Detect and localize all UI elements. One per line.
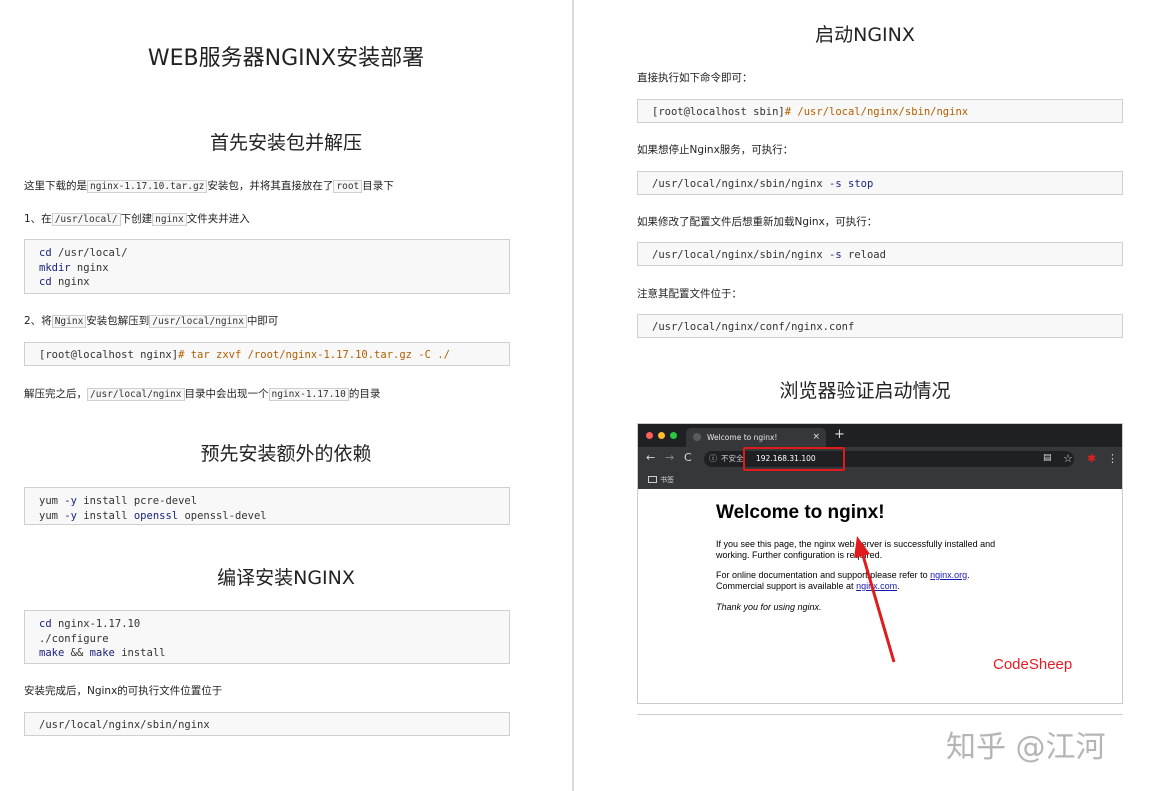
inline-code-usr-local: /usr/local/ [51, 213, 121, 226]
bottom-rule [637, 714, 1123, 715]
section-heading-start: 启动NGINX [815, 24, 915, 46]
code-block-mkdir: cd /usr/local/ mkdir nginx cd nginx [24, 239, 510, 294]
code-block-config-path: /usr/local/nginx/conf/nginx.conf [637, 314, 1123, 338]
section-heading-compile: 编译安装NGINX [217, 567, 355, 589]
arrow-head [854, 536, 870, 558]
paragraph-after-extract: 解压完之后，/usr/local/nginx 目录中会出现一个 nginx-1.17… [24, 388, 381, 401]
code-block-binary-path: /usr/local/nginx/sbin/nginx [24, 712, 510, 736]
code-block-reload: /usr/local/nginx/sbin/nginx -s reload [637, 242, 1123, 266]
code-block-tar: [root@localhost nginx]# tar zxvf /root/n… [24, 342, 510, 366]
left-page: WEB服务器NGINX安装部署 首先安装包并解压 这里下载的是 nginx-1.1… [0, 0, 572, 791]
inline-code-usr-local-nginx-2: /usr/local/nginx [87, 388, 185, 401]
paragraph-step2: 2、将 Nginx 安装包解压到/usr/local/nginx 中即可 [24, 315, 279, 328]
inline-code-package: nginx-1.17.10.tar.gz [87, 180, 208, 193]
inline-code-nginx: Nginx [51, 315, 87, 328]
inline-code-usr-local-nginx: /usr/local/nginx [149, 315, 247, 328]
paragraph-step1: 1、在/usr/local/下创建 nginx 文件夹并进入 [24, 213, 250, 226]
code-block-stop: /usr/local/nginx/sbin/nginx -s stop [637, 171, 1123, 195]
section-heading-browser-verify: 浏览器验证启动情况 [779, 380, 951, 402]
section-heading-dependencies: 预先安装额外的依赖 [200, 443, 372, 465]
inline-code-nginx-dir: nginx [152, 213, 187, 226]
zhihu-watermark: 知乎 @江河 [946, 730, 1106, 765]
code-block-run: [root@localhost sbin]# /usr/local/nginx/… [637, 99, 1123, 123]
paragraph-reload: 如果修改了配置文件后想重新加载Nginx，可执行： [637, 216, 878, 228]
right-page: 启动NGINX 直接执行如下命令即可： [root@localhost sbin… [574, 0, 1156, 791]
codesheep-label: CodeSheep [993, 656, 1073, 673]
paragraph-binary-location: 安装完成后，Nginx的可执行文件位置位于 [24, 685, 223, 697]
paragraph-stop: 如果想停止Nginx服务，可执行： [637, 144, 794, 156]
paragraph-config-location: 注意其配置文件位于： [637, 288, 742, 300]
inline-code-nginx-version: nginx-1.17.10 [268, 388, 349, 401]
document-title: WEB服务器NGINX安装部署 [147, 46, 425, 71]
inline-code-root: root [333, 180, 363, 193]
section-heading-extract: 首先安装包并解压 [209, 132, 362, 154]
arrow-shaft [860, 551, 896, 663]
paragraph-download: 这里下载的是 nginx-1.17.10.tar.gz 安装包，并将其直接放在了 ro… [24, 180, 394, 193]
paragraph-run: 直接执行如下命令即可： [637, 72, 753, 84]
browser-screenshot: Welcome to nginx! × + ← → C ⓘ 不安全 192.16… [637, 423, 1123, 704]
code-block-make: cd nginx-1.17.10 ./configure make && mak… [24, 610, 510, 664]
code-block-yum: yum -y install pcre-devel yum -y install… [24, 487, 510, 525]
